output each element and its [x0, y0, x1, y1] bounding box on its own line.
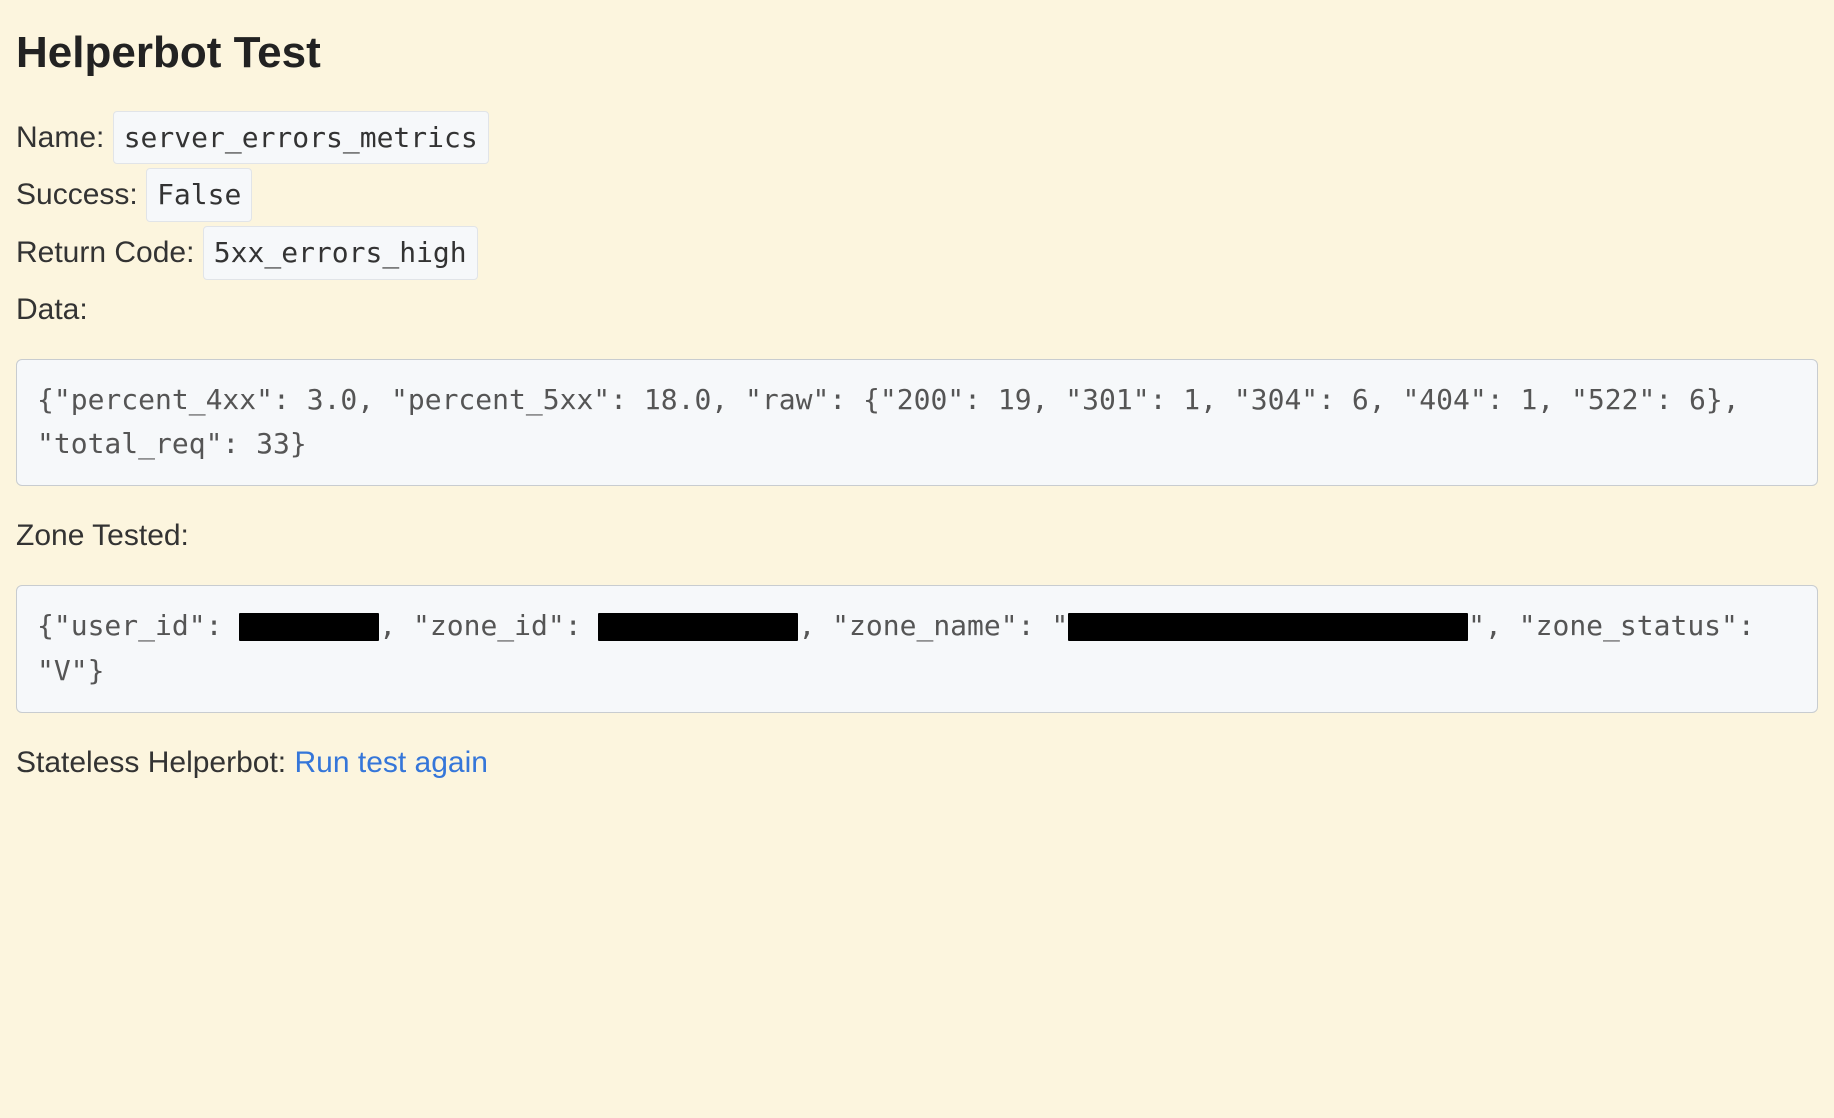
return-code-label: Return Code: [16, 236, 194, 269]
zone-tested-label: Zone Tested: [16, 519, 189, 552]
run-test-again-link[interactable]: Run test again [294, 746, 487, 779]
stateless-row: Stateless Helperbot: Run test again [16, 737, 1818, 788]
data-label: Data: [16, 293, 88, 326]
name-label: Name: [16, 121, 104, 154]
redacted-zone-name [1068, 613, 1468, 641]
page-title: Helperbot Test [16, 16, 1818, 91]
zone-mid1: , "zone_id": [379, 609, 598, 642]
success-row: Success: False [16, 168, 1818, 222]
data-label-row: Data: [16, 284, 1818, 335]
data-block: {"percent_4xx": 3.0, "percent_5xx": 18.0… [16, 359, 1818, 487]
zone-block: {"user_id": , "zone_id": , "zone_name": … [16, 585, 1818, 713]
return-code-row: Return Code: 5xx_errors_high [16, 226, 1818, 280]
stateless-label: Stateless Helperbot: [16, 746, 294, 779]
success-value: False [146, 168, 252, 222]
redacted-user-id [239, 613, 379, 641]
name-value: server_errors_metrics [113, 111, 489, 165]
success-label: Success: [16, 178, 138, 211]
name-row: Name: server_errors_metrics [16, 111, 1818, 165]
zone-prefix: {"user_id": [37, 609, 239, 642]
zone-mid2: , "zone_name": " [798, 609, 1068, 642]
redacted-zone-id [598, 613, 798, 641]
zone-tested-label-row: Zone Tested: [16, 510, 1818, 561]
return-code-value: 5xx_errors_high [203, 226, 478, 280]
